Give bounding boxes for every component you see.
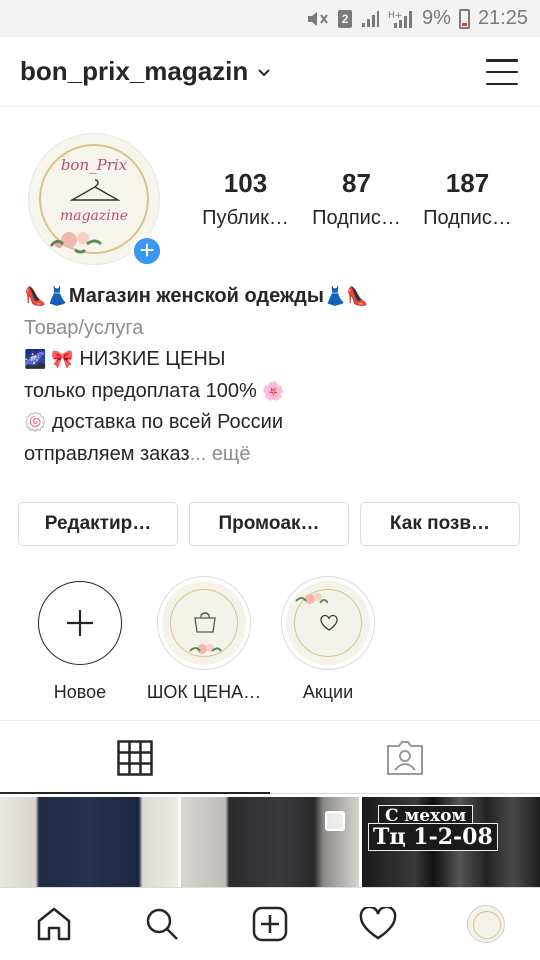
bio-line-2: только предоплата 100% 🌸 (24, 376, 524, 408)
profile-bio: 👠👗Магазин женской одежды👗👠 Товар/услуга … (24, 281, 524, 470)
post-thumbnail[interactable]: С мехом Тц 1-2-08 (362, 797, 540, 887)
stat-value: 103 (223, 168, 268, 198)
flowers-icon (49, 232, 103, 254)
grid-icon (117, 739, 153, 776)
tab-tagged[interactable] (270, 721, 540, 794)
bio-category: Товар/услуга (24, 316, 144, 339)
search-icon (146, 908, 178, 940)
highlight-shock-price[interactable]: ШОК ЦЕНА… (142, 576, 266, 703)
highlight-label: Новое (53, 682, 107, 702)
bio-line-1: 🌌 🎀 НИЗКИЕ ЦЕНЫ (24, 344, 524, 376)
bio-text: отправляем заказ (24, 442, 190, 465)
highlight-cover[interactable] (281, 576, 375, 670)
story-highlights: Новое ШОК ЦЕНА… Акции (18, 576, 390, 703)
bio-line-3: 🍥 доставка по всей России (24, 407, 524, 439)
promotions-button[interactable]: Промоак… (189, 502, 349, 546)
highlight-label: ШОК ЦЕНА… (146, 682, 262, 702)
contact-button[interactable]: Как позв… (360, 502, 520, 546)
highlight-cover[interactable] (157, 576, 251, 670)
multiple-photos-icon (325, 811, 345, 831)
avatar-logo-text-top: bon_Prix (60, 156, 128, 174)
bio-emoji: 🌌 🎀 (24, 349, 74, 369)
edit-profile-button[interactable]: Редактир… (18, 502, 178, 546)
bio-name: Магазин женской одежды (68, 285, 324, 307)
highlight-label: Акции (302, 682, 354, 702)
stat-label: Подпис… (423, 207, 512, 229)
nav-add-post[interactable] (240, 894, 300, 954)
post-thumbnail[interactable] (181, 797, 359, 887)
flowers-icon (189, 644, 222, 654)
add-post-icon (252, 906, 288, 942)
highlight-promotions[interactable]: Акции (266, 576, 390, 703)
chevron-down-icon[interactable] (258, 64, 270, 80)
home-icon (37, 907, 71, 941)
stat-following[interactable]: 187 Подпис… (412, 168, 523, 230)
stat-label: Подпис… (312, 207, 401, 229)
post-thumbnail[interactable] (0, 797, 178, 887)
hanger-icon (69, 179, 121, 201)
post-overlay-text: Тц 1-2-08 (368, 823, 498, 851)
battery-percent: 9% (422, 7, 451, 29)
flowers-icon (295, 593, 328, 604)
tab-grid[interactable] (0, 721, 270, 794)
stat-posts[interactable]: 103 Публик… (190, 168, 301, 230)
bio-text: НИЗКИЕ ЦЕНЫ (79, 348, 226, 370)
profile-stats: 103 Публик… 87 Подпис… 187 Подпис… (190, 168, 525, 230)
tagged-person-icon (387, 740, 423, 775)
heart-icon (359, 907, 397, 940)
profile-tabs (0, 720, 540, 794)
signal-h-icon: H+ (388, 9, 414, 29)
status-bar: 2 H+ 9% 21:25 (0, 0, 540, 37)
stat-value: 187 (445, 168, 490, 198)
stat-label: Публик… (202, 207, 289, 229)
shopping-bag-icon (194, 612, 216, 633)
bio-emoji: 🌸 (262, 380, 285, 401)
nav-activity[interactable] (348, 894, 408, 954)
nav-search[interactable] (132, 894, 192, 954)
profile-actions: Редактир… Промоак… Как позв… (18, 502, 520, 546)
bio-emoji: 🍥 (24, 412, 47, 432)
heart-icon (320, 615, 338, 631)
sim-icon: 2 (338, 9, 353, 28)
nav-profile[interactable] (456, 894, 516, 954)
signal-icon (360, 10, 380, 28)
menu-icon[interactable] (486, 59, 518, 85)
highlight-new[interactable]: Новое (18, 576, 142, 703)
profile-header: bon_prix_magazin (0, 37, 540, 107)
username[interactable]: bon_prix_magazin (20, 56, 248, 87)
bio-text: доставка по всей России (51, 411, 284, 433)
profile-avatar-icon (467, 905, 505, 943)
add-story-button[interactable]: + (131, 235, 163, 267)
plus-icon[interactable] (38, 581, 122, 665)
bio-name-line: 👠👗Магазин женской одежды👗👠 (24, 281, 524, 313)
bio-text: только предоплата 100% (24, 379, 257, 402)
avatar-logo-text-bottom: magazine (59, 208, 129, 224)
svg-text:H+: H+ (388, 11, 402, 21)
nav-home[interactable] (24, 894, 84, 954)
bio-more-link[interactable]: ... ещё (190, 443, 251, 465)
battery-icon (458, 8, 470, 29)
stat-followers[interactable]: 87 Подпис… (301, 168, 412, 230)
bottom-navigation (0, 887, 540, 960)
posts-grid: С мехом Тц 1-2-08 (0, 797, 540, 887)
bio-emoji: 👗👠 (323, 286, 369, 306)
clock: 21:25 (477, 7, 528, 29)
bio-line-4: отправляем заказ... ещё (24, 439, 524, 471)
stat-value: 87 (342, 168, 371, 198)
mute-icon (306, 9, 330, 29)
bio-emoji: 👠👗 (24, 286, 69, 306)
